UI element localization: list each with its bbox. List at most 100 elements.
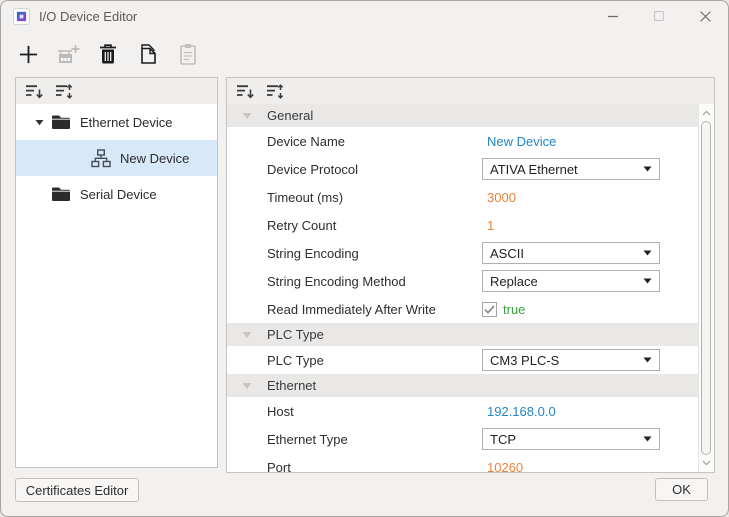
- section-expander-icon[interactable]: [240, 331, 254, 339]
- io-device-editor-window: I/O Device Editor Ethernet DeviceNe: [0, 0, 729, 517]
- value-text[interactable]: 192.168.0.0: [482, 404, 556, 419]
- property-value: ASCII: [482, 242, 666, 264]
- close-button[interactable]: [682, 1, 728, 31]
- section-title: Ethernet: [267, 378, 316, 393]
- dropdown-arrow-icon: [643, 166, 652, 172]
- property-row-port: Port 10260: [227, 453, 698, 472]
- value-text[interactable]: 1: [482, 218, 494, 233]
- section-title: PLC Type: [267, 327, 324, 342]
- property-row-host: Host 192.168.0.0: [227, 397, 698, 425]
- property-row-timeout-ms-: Timeout (ms) 3000: [227, 183, 698, 211]
- add-button[interactable]: [13, 39, 43, 69]
- main-toolbar: [13, 39, 203, 69]
- property-label: String Encoding Method: [267, 274, 406, 289]
- property-label: Device Name: [267, 134, 345, 149]
- property-label: Port: [267, 460, 291, 473]
- expand-all-icon: [55, 84, 73, 99]
- property-label: Retry Count: [267, 218, 336, 233]
- property-row-string-encoding: String Encoding ASCII: [227, 239, 698, 267]
- section-header-general[interactable]: General: [227, 104, 698, 127]
- tree-item-new-device[interactable]: New Device: [16, 140, 217, 176]
- property-value: CM3 PLC-S: [482, 349, 666, 371]
- check-icon: [484, 305, 495, 314]
- property-label: Ethernet Type: [267, 432, 348, 447]
- device-tree-panel: Ethernet Device New Device Serial Device: [15, 77, 218, 468]
- property-label: Device Protocol: [267, 162, 358, 177]
- delete-button[interactable]: [93, 39, 123, 69]
- plus-icon: [18, 44, 39, 65]
- tree-item-label: Ethernet Device: [80, 115, 173, 130]
- property-row-string-encoding-method: String Encoding Method Replace: [227, 267, 698, 295]
- property-value: New Device: [482, 134, 666, 149]
- certificates-editor-button[interactable]: Certificates Editor: [15, 478, 139, 502]
- copy-button[interactable]: [133, 39, 163, 69]
- dropdown-ethernet-type[interactable]: TCP: [482, 428, 660, 450]
- scrollbar-thumb[interactable]: [701, 121, 711, 455]
- property-value: 3000: [482, 190, 666, 205]
- property-row-ethernet-type: Ethernet Type TCP: [227, 425, 698, 453]
- value-text[interactable]: 3000: [482, 190, 516, 205]
- expand-all-button[interactable]: [54, 81, 74, 101]
- dropdown-selected-value: ATIVA Ethernet: [490, 162, 578, 177]
- ok-button[interactable]: OK: [655, 478, 708, 501]
- property-value: TCP: [482, 428, 666, 450]
- property-row-retry-count: Retry Count 1: [227, 211, 698, 239]
- property-value: 1: [482, 218, 666, 233]
- dropdown-string-encoding[interactable]: ASCII: [482, 242, 660, 264]
- property-label: Timeout (ms): [267, 190, 343, 205]
- property-grid: General Device Name New Device Device Proto…: [227, 104, 698, 472]
- section-header-ethernet[interactable]: Ethernet: [227, 374, 698, 397]
- dropdown-selected-value: Replace: [490, 274, 538, 289]
- dropdown-arrow-icon: [643, 436, 652, 442]
- value-text[interactable]: 10260: [482, 460, 523, 473]
- section-expander-icon[interactable]: [240, 382, 254, 390]
- minimize-icon: [607, 10, 619, 22]
- collapse-all-button[interactable]: [235, 81, 255, 101]
- property-value: 10260: [482, 460, 666, 473]
- copy-icon: [138, 43, 159, 65]
- scroll-down-icon[interactable]: [699, 455, 714, 471]
- section-expander-icon[interactable]: [240, 112, 254, 120]
- property-value: 192.168.0.0: [482, 404, 666, 419]
- maximize-icon: [653, 10, 665, 22]
- expand-all-icon: [266, 84, 284, 99]
- device-tree: Ethernet Device New Device Serial Device: [16, 104, 217, 212]
- property-label: String Encoding: [267, 246, 359, 261]
- value-text[interactable]: New Device: [482, 134, 556, 149]
- add-device-icon: [56, 43, 80, 65]
- folder-icon: [50, 114, 72, 130]
- tree-item-ethernet-device[interactable]: Ethernet Device: [16, 104, 217, 140]
- tree-item-label: Serial Device: [80, 187, 157, 202]
- expand-all-button[interactable]: [265, 81, 285, 101]
- minimize-button[interactable]: [590, 1, 636, 31]
- vertical-scrollbar[interactable]: [698, 104, 714, 472]
- dropdown-plc-type[interactable]: CM3 PLC-S: [482, 349, 660, 371]
- dropdown-string-encoding-method[interactable]: Replace: [482, 270, 660, 292]
- property-row-device-name: Device Name New Device: [227, 127, 698, 155]
- property-label: PLC Type: [267, 353, 324, 368]
- checkbox-read-immediately-after-write[interactable]: [482, 302, 497, 317]
- property-panel: General Device Name New Device Device Proto…: [226, 77, 715, 473]
- property-panel-toolbar: [227, 78, 714, 104]
- property-row-device-protocol: Device Protocol ATIVA Ethernet: [227, 155, 698, 183]
- collapse-all-icon: [236, 84, 254, 99]
- property-label: Host: [267, 404, 294, 419]
- tree-panel-toolbar: [16, 78, 217, 104]
- checkbox-value-text: true: [503, 302, 525, 317]
- property-row-plc-type: PLC Type CM3 PLC-S: [227, 346, 698, 374]
- collapse-all-button[interactable]: [24, 81, 44, 101]
- tree-item-serial-device[interactable]: Serial Device: [16, 176, 217, 212]
- tree-expander-icon[interactable]: [32, 119, 46, 126]
- dropdown-arrow-icon: [643, 250, 652, 256]
- dropdown-device-protocol[interactable]: ATIVA Ethernet: [482, 158, 660, 180]
- scroll-up-icon[interactable]: [699, 105, 714, 121]
- app-logo-icon: [13, 8, 30, 25]
- window-title: I/O Device Editor: [39, 9, 137, 24]
- section-title: General: [267, 108, 313, 123]
- property-value: Replace: [482, 270, 666, 292]
- folder-icon: [50, 186, 72, 202]
- tree-item-label: New Device: [120, 151, 189, 166]
- trash-icon: [98, 43, 118, 65]
- section-header-plc-type[interactable]: PLC Type: [227, 323, 698, 346]
- property-row-read-immediately-after-write: Read Immediately After Writetrue: [227, 295, 698, 323]
